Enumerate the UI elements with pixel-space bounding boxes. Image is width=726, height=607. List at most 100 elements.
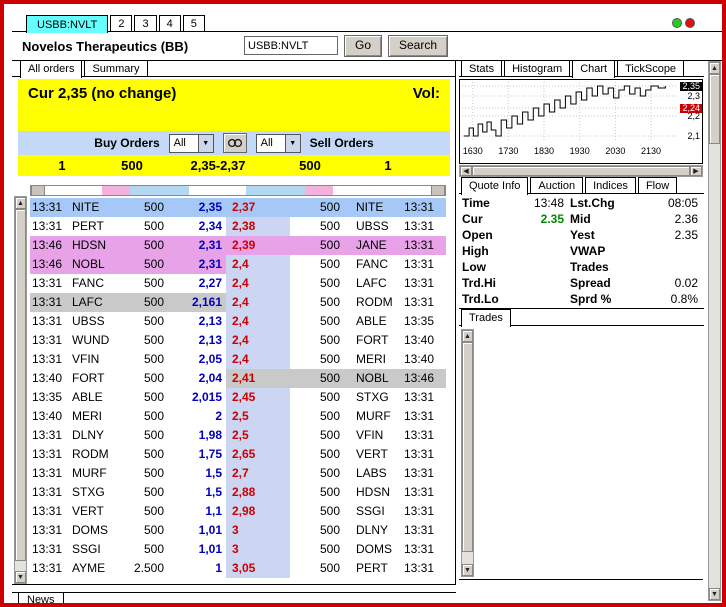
scroll-down-icon[interactable]: ▼ <box>709 588 720 600</box>
order-filter-row: Buy Orders All ▼ All ▼ Sell Orders <box>18 131 450 155</box>
tab-tickscope[interactable]: TickScope <box>617 60 684 76</box>
ask-name: UBSS <box>354 217 402 236</box>
order-book-row[interactable]: 13:31VFIN5002,052,4500MERI13:40 <box>30 350 446 369</box>
ask-size: 500 <box>290 236 346 255</box>
order-book-row[interactable]: 13:46HDSN5002,312,39500JANE13:31 <box>30 236 446 255</box>
quote-label: Yest <box>567 227 633 243</box>
tab-indices[interactable]: Indices <box>585 177 636 193</box>
window-scrollbar[interactable]: ▲ ▼ <box>708 61 721 601</box>
spacer <box>346 369 354 388</box>
bid-time: 13:31 <box>30 445 70 464</box>
order-book-row[interactable]: 13:31MURF5001,52,7500LABS13:31 <box>30 464 446 483</box>
tab-trades[interactable]: Trades <box>461 309 511 327</box>
column-strip-handle[interactable] <box>31 186 45 195</box>
window-tab-2[interactable]: 2 <box>110 15 132 31</box>
bid-size: 500 <box>118 369 170 388</box>
column-header-strip[interactable] <box>30 185 446 196</box>
tab-flow[interactable]: Flow <box>638 177 677 193</box>
totals-row: 1 500 2,35-2,37 500 1 <box>18 155 450 176</box>
window-tab-usbb-nvlt[interactable]: USBB:NVLT <box>26 15 108 33</box>
chart-scrollbar[interactable]: ◀ ▶ <box>459 165 703 177</box>
ask-price: 2,98 <box>226 502 290 521</box>
price-chart: 2,352,32,242,22,1 1630173018301930203021… <box>459 79 703 164</box>
search-button[interactable]: Search <box>388 35 448 57</box>
ask-time: 13:31 <box>402 540 446 559</box>
order-book-row[interactable]: 13:31LAFC5002,1612,4500RODM13:31 <box>30 293 446 312</box>
link-filters-button[interactable] <box>223 133 247 153</box>
ask-time: 13:31 <box>402 198 446 217</box>
order-book-row[interactable]: 13:40MERI50022,5500MURF13:31 <box>30 407 446 426</box>
tab-all-orders[interactable]: All orders <box>20 60 82 78</box>
scrollbar-thumb[interactable] <box>709 74 720 144</box>
tab-auction[interactable]: Auction <box>530 177 583 193</box>
order-book-row[interactable]: 13:46NOBL5002,312,4500FANC13:31 <box>30 255 446 274</box>
order-book-row[interactable]: 13:31RODM5001,752,65500VERT13:31 <box>30 445 446 464</box>
bid-size: 500 <box>118 198 170 217</box>
scroll-down-icon[interactable]: ▼ <box>462 564 473 576</box>
chevron-down-icon[interactable]: ▼ <box>285 135 300 152</box>
column-strip-segment <box>246 186 305 195</box>
tab-stats[interactable]: Stats <box>461 60 502 76</box>
order-book-row[interactable]: 13:31UBSS5002,132,4500ABLE13:35 <box>30 312 446 331</box>
buy-filter-select[interactable]: All ▼ <box>169 134 214 153</box>
ask-name: LAFC <box>354 274 402 293</box>
ask-price: 3 <box>226 540 290 559</box>
ask-price: 2,4 <box>226 274 290 293</box>
scrollbar-thumb[interactable] <box>472 166 690 176</box>
buy-total-size: 500 <box>106 158 158 173</box>
go-button[interactable]: Go <box>344 35 382 57</box>
sell-filter-select[interactable]: All ▼ <box>256 134 301 153</box>
order-book-row[interactable]: 13:31VERT5001,12,98500SSGI13:31 <box>30 502 446 521</box>
order-book-row[interactable]: 13:31WUND5002,132,4500FORT13:40 <box>30 331 446 350</box>
tab-quote-info[interactable]: Quote Info <box>461 177 528 195</box>
x-axis-tick: 1730 <box>495 146 521 156</box>
bid-price: 2,161 <box>170 293 226 312</box>
ask-size: 500 <box>290 312 346 331</box>
order-book-row[interactable]: 13:35ABLE5002,0152,45500STXG13:31 <box>30 388 446 407</box>
symbol-input[interactable] <box>244 36 338 55</box>
order-book-scrollbar[interactable]: ▲ ▼ <box>14 196 27 584</box>
tab-summary[interactable]: Summary <box>84 60 147 76</box>
quote-value <box>507 243 567 259</box>
order-book-row[interactable]: 13:31DLNY5001,982,5500VFIN13:31 <box>30 426 446 445</box>
scrollbar-thumb[interactable] <box>462 342 473 552</box>
order-book-row[interactable]: 13:31FANC5002,272,4500LAFC13:31 <box>30 274 446 293</box>
tab-news[interactable]: News <box>18 593 64 607</box>
ask-name: DOMS <box>354 540 402 559</box>
quote-value: 08:05 <box>633 195 701 211</box>
bid-price: 1,5 <box>170 464 226 483</box>
scroll-left-icon[interactable]: ◀ <box>460 166 472 176</box>
bid-size: 2.500 <box>118 559 170 578</box>
bid-time: 13:46 <box>30 236 70 255</box>
bid-size: 500 <box>118 426 170 445</box>
order-book-row[interactable]: 13:31AYME2.50013,05500PERT13:31 <box>30 559 446 578</box>
scroll-up-icon[interactable]: ▲ <box>709 62 720 74</box>
scroll-down-icon[interactable]: ▼ <box>15 571 26 583</box>
ask-name: JANE <box>354 236 402 255</box>
ask-time: 13:31 <box>402 445 446 464</box>
window-tab-4[interactable]: 4 <box>159 15 181 31</box>
order-book-row[interactable]: 13:31SSGI5001,013500DOMS13:31 <box>30 540 446 559</box>
scrollbar-thumb[interactable] <box>15 209 26 561</box>
window-tab-3[interactable]: 3 <box>134 15 156 31</box>
scroll-up-icon[interactable]: ▲ <box>15 197 26 209</box>
bid-time: 13:35 <box>30 388 70 407</box>
order-book-row[interactable]: 13:40FORT5002,042,41500NOBL13:46 <box>30 369 446 388</box>
order-book-row[interactable]: 13:31PERT5002,342,38500UBSS13:31 <box>30 217 446 236</box>
bid-price: 2 <box>170 407 226 426</box>
order-book-row[interactable]: 13:31STXG5001,52,88500HDSN13:31 <box>30 483 446 502</box>
bid-name: AYME <box>70 559 118 578</box>
tab-histogram[interactable]: Histogram <box>504 60 570 76</box>
window-tab-5[interactable]: 5 <box>183 15 205 31</box>
order-book-row[interactable]: 13:31NITE5002,352,37500NITE13:31 <box>30 198 446 217</box>
tab-chart[interactable]: Chart <box>572 60 615 78</box>
trades-scrollbar[interactable]: ▲ ▼ <box>461 329 474 577</box>
bid-price: 1 <box>170 559 226 578</box>
column-strip-handle[interactable] <box>431 186 445 195</box>
ask-size: 500 <box>290 369 346 388</box>
ask-price: 2,88 <box>226 483 290 502</box>
chevron-down-icon[interactable]: ▼ <box>198 135 213 152</box>
order-book-row[interactable]: 13:31DOMS5001,013500DLNY13:31 <box>30 521 446 540</box>
scroll-right-icon[interactable]: ▶ <box>690 166 702 176</box>
scroll-up-icon[interactable]: ▲ <box>462 330 473 342</box>
